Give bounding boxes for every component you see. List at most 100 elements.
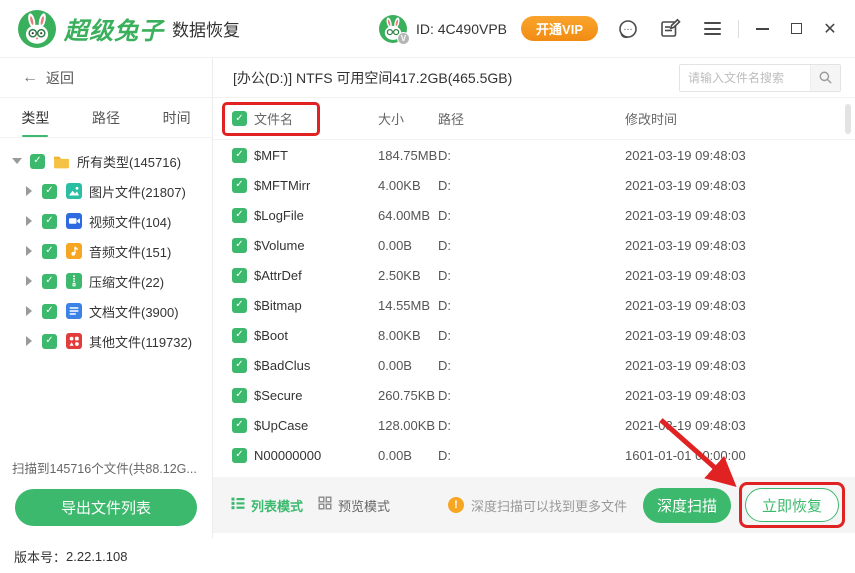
- deep-scan-hint: 深度扫描可以找到更多文件: [471, 496, 627, 515]
- user-avatar[interactable]: V: [379, 15, 407, 43]
- app-window: 超级兔子 数据恢复 V ID: 4C490VPB 开通VIP: [0, 0, 855, 573]
- expand-arrow-icon[interactable]: [22, 216, 36, 226]
- menu-icon[interactable]: [700, 17, 724, 41]
- scrollbar-thumb[interactable]: [845, 104, 851, 134]
- table-row[interactable]: $MFT 184.75MB D: 2021-03-19 09:48:03: [213, 140, 855, 170]
- tree-item-archives[interactable]: 压缩文件(22): [0, 266, 212, 296]
- table-row[interactable]: $BadClus 0.00B D: 2021-03-19 09:48:03: [213, 350, 855, 380]
- document-file-icon: [65, 303, 82, 320]
- select-all-checkbox[interactable]: [232, 111, 247, 126]
- tab-type[interactable]: 类型: [0, 98, 71, 137]
- table-row[interactable]: $AttrDef 2.50KB D: 2021-03-19 09:48:03: [213, 260, 855, 290]
- other-file-icon: [65, 333, 82, 350]
- row-checkbox[interactable]: [232, 448, 247, 463]
- tree-checkbox[interactable]: [42, 304, 57, 319]
- expand-arrow-icon[interactable]: [22, 276, 36, 286]
- row-checkbox[interactable]: [232, 358, 247, 373]
- user-id: ID: 4C490VPB: [416, 21, 507, 37]
- list-mode-toggle[interactable]: 列表模式: [230, 495, 303, 516]
- row-checkbox[interactable]: [232, 148, 247, 163]
- column-header-mtime[interactable]: 修改时间: [625, 109, 855, 128]
- grid-mode-icon: [317, 495, 333, 516]
- row-checkbox[interactable]: [232, 328, 247, 343]
- table-footer-bar: 列表模式 预览模式 ! 深度扫描可以找到更多文件 深度扫描 立即恢复: [213, 477, 855, 533]
- version-value: 2.22.1.108: [66, 549, 127, 564]
- search-input[interactable]: [680, 65, 810, 91]
- tree-item-images[interactable]: 图片文件(21807): [0, 176, 212, 206]
- row-checkbox[interactable]: [232, 208, 247, 223]
- warning-icon: !: [448, 497, 464, 513]
- list-mode-icon: [230, 495, 246, 516]
- table-row[interactable]: $Secure 260.75KB D: 2021-03-19 09:48:03: [213, 380, 855, 410]
- expand-arrow-icon[interactable]: [22, 246, 36, 256]
- search-box: [679, 64, 841, 92]
- row-checkbox[interactable]: [232, 388, 247, 403]
- tree-checkbox[interactable]: [30, 154, 45, 169]
- archive-file-icon: [65, 273, 82, 290]
- close-button[interactable]: ✕: [819, 18, 841, 40]
- table-row[interactable]: $UpCase 128.00KB D: 2021-03-19 09:48:03: [213, 410, 855, 440]
- tree-checkbox[interactable]: [42, 244, 57, 259]
- column-header-size[interactable]: 大小: [378, 109, 438, 128]
- tree-item-others[interactable]: 其他文件(119732): [0, 326, 212, 356]
- app-logo-icon: [18, 10, 56, 48]
- row-checkbox[interactable]: [232, 418, 247, 433]
- preview-mode-toggle[interactable]: 预览模式: [317, 495, 390, 516]
- tree-item-documents[interactable]: 文档文件(3900): [0, 296, 212, 326]
- table-row[interactable]: $MFTMirr 4.00KB D: 2021-03-19 09:48:03: [213, 170, 855, 200]
- row-checkbox[interactable]: [232, 298, 247, 313]
- folder-icon: [53, 153, 70, 170]
- back-arrow-icon: ←: [22, 69, 38, 87]
- column-header-name[interactable]: 文件名: [254, 109, 378, 128]
- search-icon[interactable]: [810, 65, 840, 91]
- tree-checkbox[interactable]: [42, 334, 57, 349]
- image-file-icon: [65, 183, 82, 200]
- scan-summary: 扫描到145716个文件(共88.12G...: [0, 458, 212, 477]
- tree-item-audio[interactable]: 音频文件(151): [0, 236, 212, 266]
- expand-arrow-icon[interactable]: [22, 186, 36, 196]
- row-checkbox[interactable]: [232, 178, 247, 193]
- main-panel: [办公(D:)] NTFS 可用空间417.2GB(465.5GB) 文件名 大…: [213, 58, 855, 538]
- partition-info: [办公(D:)] NTFS 可用空间417.2GB(465.5GB): [233, 68, 512, 88]
- table-row[interactable]: $Bitmap 14.55MB D: 2021-03-19 09:48:03: [213, 290, 855, 320]
- row-checkbox[interactable]: [232, 268, 247, 283]
- back-button[interactable]: ← 返回: [0, 58, 212, 98]
- minimize-button[interactable]: [751, 18, 773, 40]
- collapse-arrow-icon[interactable]: [10, 158, 24, 164]
- audio-file-icon: [65, 243, 82, 260]
- sidebar: ← 返回 类型 路径 时间 所有类型(145716): [0, 58, 213, 538]
- table-header: 文件名 大小 路径 修改时间: [213, 98, 855, 140]
- app-title-suffix: 数据恢复: [172, 16, 240, 41]
- row-checkbox[interactable]: [232, 238, 247, 253]
- maximize-button[interactable]: [785, 18, 807, 40]
- table-row[interactable]: $LogFile 64.00MB D: 2021-03-19 09:48:03: [213, 200, 855, 230]
- feedback-form-icon[interactable]: [658, 17, 682, 41]
- status-bar: 版本号： 2.22.1.108: [0, 539, 855, 573]
- file-type-tree: 所有类型(145716) 图片文件(21807) 视频文件(: [0, 138, 212, 356]
- expand-arrow-icon[interactable]: [22, 336, 36, 346]
- open-vip-button[interactable]: 开通VIP: [521, 16, 598, 41]
- vip-v-badge: V: [397, 32, 410, 45]
- recover-now-button[interactable]: 立即恢复: [745, 488, 839, 522]
- expand-arrow-icon[interactable]: [22, 306, 36, 316]
- tree-checkbox[interactable]: [42, 274, 57, 289]
- deep-scan-button[interactable]: 深度扫描: [643, 488, 731, 523]
- table-row[interactable]: $Boot 8.00KB D: 2021-03-19 09:48:03: [213, 320, 855, 350]
- tab-time[interactable]: 时间: [141, 98, 212, 137]
- table-row[interactable]: N00000000 0.00B D: 1601-01-01 00:00:00: [213, 440, 855, 470]
- tree-checkbox[interactable]: [42, 214, 57, 229]
- column-header-path[interactable]: 路径: [438, 109, 625, 128]
- table-row[interactable]: $Volume 0.00B D: 2021-03-19 09:48:03: [213, 230, 855, 260]
- tree-item-all-types[interactable]: 所有类型(145716): [0, 146, 212, 176]
- titlebar-separator: [738, 20, 739, 38]
- sidebar-tabs: 类型 路径 时间: [0, 98, 212, 138]
- file-table: $MFT 184.75MB D: 2021-03-19 09:48:03 $MF…: [213, 140, 855, 470]
- video-file-icon: [65, 213, 82, 230]
- annotation-highlight-box: 立即恢复: [739, 482, 845, 528]
- export-file-list-button[interactable]: 导出文件列表: [15, 489, 197, 526]
- tree-checkbox[interactable]: [42, 184, 57, 199]
- tab-path[interactable]: 路径: [71, 98, 142, 137]
- customer-service-icon[interactable]: [616, 17, 640, 41]
- tree-item-videos[interactable]: 视频文件(104): [0, 206, 212, 236]
- title-bar: 超级兔子 数据恢复 V ID: 4C490VPB 开通VIP: [0, 0, 855, 58]
